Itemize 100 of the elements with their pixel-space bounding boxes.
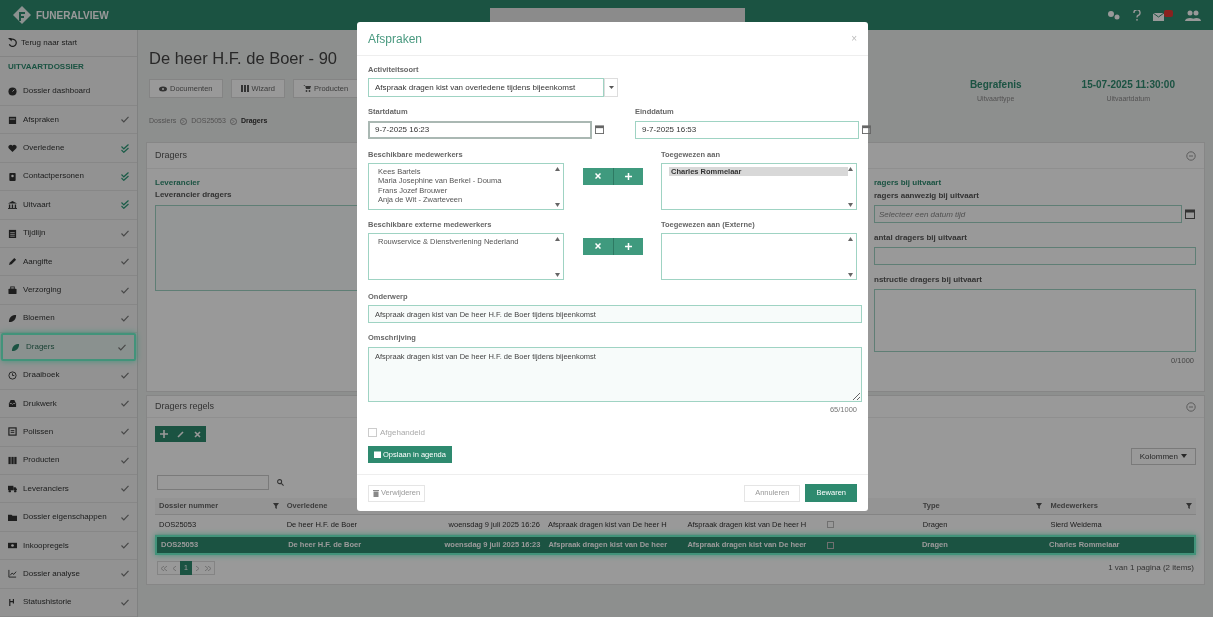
caret-icon	[608, 86, 614, 90]
leaf-icon	[11, 342, 20, 352]
trash-icon	[373, 489, 379, 497]
sidebar-item-label: Polissen	[23, 425, 54, 438]
columns-button[interactable]: Kolommen	[1130, 448, 1196, 465]
panel-title: Dragers regels	[155, 399, 215, 413]
filter-icon[interactable]	[272, 503, 279, 509]
date-field[interactable]: Selecteer een datum tijd	[874, 205, 1182, 223]
sidebar-item-label: Overledene	[23, 142, 65, 155]
sidebar-item[interactable]: Dossier analyse	[0, 560, 137, 589]
previous-page-icon[interactable]	[173, 565, 177, 571]
chevron-circle-icon	[180, 117, 188, 125]
date-field[interactable]: 9-7-2025 16:53	[635, 120, 859, 139]
sidebar-item[interactable]: Draaiboek	[0, 361, 137, 390]
sidebar-item[interactable]: Verzorging	[0, 276, 137, 305]
collapse-icon[interactable]	[1186, 150, 1196, 161]
search-field[interactable]	[157, 475, 269, 490]
add-button[interactable]	[612, 167, 643, 185]
calendar-icon[interactable]	[595, 125, 604, 134]
section-heading: ragers bij uitvaart	[874, 177, 943, 189]
sidebar-item-label: Tijdlijn	[23, 227, 46, 240]
sidebar-item[interactable]: Dossier dashboard	[0, 77, 137, 106]
calendar-icon	[8, 115, 17, 125]
checkbox-label: Afgehandeld	[380, 426, 425, 439]
scrollbar-icon[interactable]	[555, 237, 560, 277]
scrollbar-icon[interactable]	[848, 237, 853, 277]
first-page-icon[interactable]	[161, 565, 167, 571]
filter-icon[interactable]	[1186, 503, 1192, 509]
sidebar-item[interactable]: Dossier eigenschappen	[0, 503, 137, 532]
date-field[interactable]: 9-7-2025 16:23	[368, 120, 592, 139]
scrollbar-icon[interactable]	[555, 166, 560, 207]
calendar-icon	[374, 450, 381, 458]
remove-button[interactable]	[582, 167, 613, 185]
leaf-icon	[8, 313, 17, 323]
modal-title: Afspraken	[368, 30, 423, 48]
sidebar-item[interactable]: Polissen	[0, 418, 137, 447]
undo-icon	[8, 38, 17, 48]
sidebar-item[interactable]: Dragers	[1, 333, 136, 362]
add-button[interactable]	[612, 237, 643, 255]
users-icon[interactable]	[1185, 9, 1201, 21]
section-heading: UITVAARTDOSSIER	[8, 61, 84, 74]
sidebar-item[interactable]: Statushistorie	[0, 588, 137, 617]
scrollbar-icon[interactable]	[848, 166, 853, 207]
close-icon	[594, 243, 601, 250]
delete-button[interactable]	[189, 426, 206, 442]
sidebar-item[interactable]: Producten	[0, 446, 137, 476]
summary-value: 15-07-2025 11:30:00	[1081, 78, 1175, 92]
caret-icon	[1181, 454, 1187, 459]
sidebar-item[interactable]: Afspraken	[0, 105, 137, 135]
text-field[interactable]	[874, 247, 1196, 265]
back-link[interactable]: Terug naar start	[21, 36, 78, 49]
filter-icon[interactable]	[1036, 503, 1043, 509]
contact-card-icon	[8, 171, 17, 181]
sidebar-item[interactable]: Inkoopregels	[0, 531, 137, 561]
next-page-icon[interactable]	[194, 565, 199, 571]
page-title: De heer H.F. de Boer - 90	[149, 47, 337, 69]
logo-icon	[12, 5, 32, 25]
add-button[interactable]	[155, 426, 172, 442]
mail-icon[interactable]	[1153, 9, 1173, 21]
sidebar-item-label: Dragers	[26, 341, 55, 354]
sidebar-item[interactable]: Overledene	[0, 134, 137, 163]
sidebar-item-label: Inkoopregels	[23, 539, 69, 552]
logo-text: FUNERALVIEW	[36, 8, 109, 23]
calendar-icon[interactable]	[1185, 209, 1195, 219]
sidebar-item-label: Afspraken	[23, 113, 60, 126]
sidebar-item-label: Statushistorie	[23, 596, 72, 609]
heart-icon	[8, 143, 17, 153]
sidebar-item[interactable]: Uitvaart	[0, 191, 137, 220]
document-icon	[8, 427, 17, 437]
checkbox[interactable]	[827, 521, 835, 528]
sidebar-item[interactable]: Drukwerk	[0, 389, 137, 419]
clock-icon	[8, 370, 17, 380]
help-icon[interactable]	[1133, 9, 1141, 21]
dropdown-toggle-button[interactable]	[604, 78, 618, 98]
section-heading: Leverancier	[155, 177, 201, 189]
inbox-icon	[8, 399, 17, 409]
sidebar-item[interactable]: Aangifte	[0, 247, 137, 277]
checkbox[interactable]	[368, 428, 377, 438]
sidebar-item[interactable]: Contactpersonen	[0, 162, 137, 192]
sidebar-item-label: Dossier eigenschappen	[23, 511, 107, 524]
pencil-icon	[176, 430, 185, 438]
sidebar-item[interactable]: Leveranciers	[0, 475, 137, 504]
supplier-field[interactable]	[155, 205, 360, 291]
dropdown-field[interactable]: Afspraak dragen kist van overledene tijdens bijeenkomst	[368, 78, 604, 98]
last-page-icon[interactable]	[204, 565, 211, 571]
field-label: antal dragers bij uitvaart	[874, 232, 968, 244]
banknote-icon	[8, 541, 17, 550]
settings-icon[interactable]	[1107, 10, 1121, 20]
search-icon[interactable]	[277, 479, 284, 486]
sidebar-item[interactable]: Tijdlijn	[0, 219, 137, 248]
calendar-icon[interactable]	[862, 125, 871, 134]
summary-value: Begrafenis	[969, 78, 1022, 92]
remove-button[interactable]	[582, 237, 613, 255]
cart-icon	[302, 85, 311, 92]
checkbox[interactable]	[826, 541, 834, 549]
collapse-icon[interactable]	[1186, 401, 1196, 412]
columns-icon	[8, 455, 17, 465]
building-icon	[8, 200, 17, 210]
chevron-circle-icon	[229, 117, 237, 125]
field-label: nstructie dragers bij uitvaart	[874, 274, 984, 286]
